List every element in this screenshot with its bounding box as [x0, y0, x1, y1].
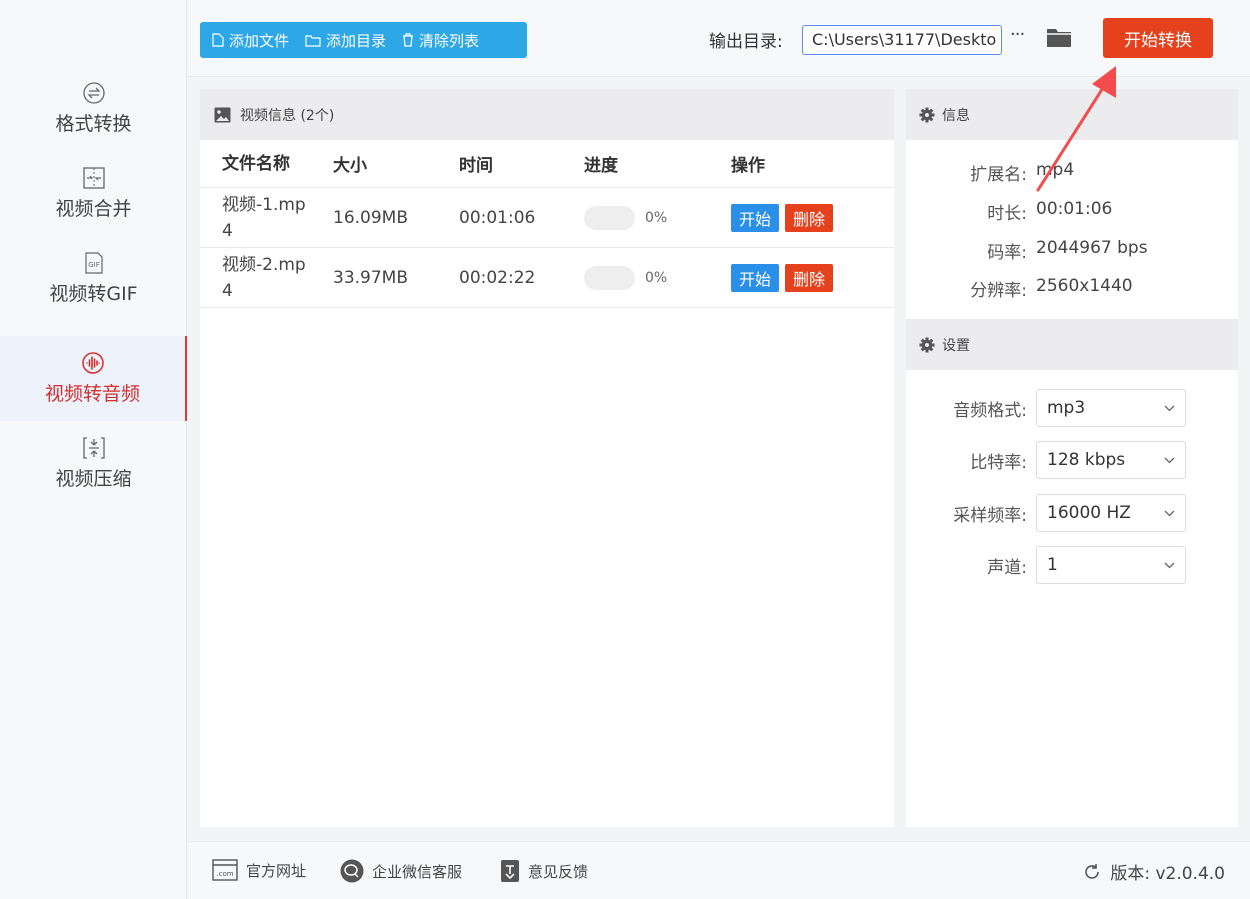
- browse-more-button[interactable]: ···: [1010, 24, 1025, 45]
- progress-bar: [584, 205, 635, 230]
- audio-format-select[interactable]: mp3: [1036, 389, 1186, 427]
- sidebar-item-label: 视频转GIF: [49, 283, 138, 305]
- svg-text:.com: .com: [216, 870, 233, 878]
- trash-icon: [403, 33, 414, 47]
- video-merge-icon: [82, 166, 106, 190]
- sidebar-item-format-convert[interactable]: 格式转换: [0, 66, 187, 151]
- sidebar-item-label: 视频合并: [55, 198, 132, 220]
- website-link[interactable]: .com 官方网址: [212, 859, 306, 881]
- progress-text: 0%: [645, 269, 668, 286]
- chat-icon: [340, 859, 364, 883]
- info-title: 信息: [942, 107, 970, 124]
- file-panel-header: 视频信息 (2个): [200, 89, 894, 140]
- gear-icon: [919, 107, 935, 122]
- info-resolution: 分辨率: 2560x1440: [970, 276, 1133, 301]
- column-header-name: 文件名称: [222, 153, 290, 174]
- delete-button[interactable]: 删除: [785, 263, 834, 292]
- file-icon: [212, 33, 224, 47]
- bitrate-setting: 比特率: 128 kbps: [906, 441, 1238, 479]
- progress-cell: 0%: [584, 265, 731, 290]
- wechat-service-link[interactable]: 企业微信客服: [340, 859, 462, 883]
- gif-icon: GIF: [82, 251, 106, 275]
- output-dir-input[interactable]: C:\Users\31177\Deskto: [802, 25, 1002, 55]
- file-name: 视频-2.mp 4: [222, 254, 306, 301]
- sidebar-item-video-audio[interactable]: 视频转音频: [0, 336, 187, 421]
- audio-format-setting: 音频格式: mp3: [906, 389, 1238, 427]
- column-header-size: 大小: [333, 156, 367, 176]
- details-panel: 信息 扩展名: mp4 时长: 00:01:06 码率: 2044967 bps 分辨…: [906, 89, 1238, 827]
- sidebar-item-label: 视频转音频: [44, 383, 140, 405]
- sidebar-item-video-merge[interactable]: 视频合并: [0, 151, 187, 236]
- chevron-down-icon: [1164, 405, 1175, 411]
- file-panel-title: 视频信息 (2个): [240, 107, 335, 124]
- add-folder-button[interactable]: 添加目录: [305, 30, 386, 51]
- sidebar-item-label: 格式转换: [55, 113, 132, 135]
- output-dir-label: 输出目录:: [709, 32, 783, 52]
- chevron-down-icon: [1164, 510, 1175, 516]
- settings-header: 设置: [906, 319, 1238, 370]
- progress-cell: 0%: [584, 205, 731, 230]
- channel-setting: 声道: 1: [906, 546, 1238, 584]
- feedback-link[interactable]: 意见反馈: [500, 859, 588, 883]
- add-file-button[interactable]: 添加文件: [212, 30, 289, 51]
- audio-wave-icon: [81, 351, 105, 375]
- format-convert-icon: [82, 81, 106, 105]
- chevron-down-icon: [1164, 562, 1175, 568]
- footer: .com 官方网址 企业微信客服 意见反馈 版本: v2.0.4.0: [188, 841, 1250, 899]
- start-button[interactable]: 开始: [731, 203, 780, 232]
- info-duration: 时长: 00:01:06: [987, 199, 1113, 224]
- delete-button[interactable]: 删除: [785, 203, 834, 232]
- sidebar-item-video-gif[interactable]: GIF 视频转GIF: [0, 236, 187, 321]
- sidebar-item-video-compress[interactable]: 视频压缩: [0, 421, 187, 506]
- file-duration: 00:02:22: [459, 267, 536, 288]
- column-header-actions: 操作: [731, 156, 765, 176]
- sidebar: 格式转换 视频合并 GIF 视频转GIF 视频转音频 视频压缩: [0, 0, 187, 899]
- file-list-panel: 视频信息 (2个) 文件名称 大小 时间 进度 操作 视频-1.mp 4 16.0…: [200, 89, 894, 827]
- clear-list-button[interactable]: 清除列表: [402, 30, 479, 51]
- sample-rate-select[interactable]: 16000 HZ: [1036, 494, 1186, 532]
- actions-cell: 开始 删除: [731, 263, 894, 292]
- image-icon: [214, 107, 231, 122]
- feedback-icon: [501, 860, 519, 882]
- file-name: 视频-1.mp 4: [222, 194, 306, 241]
- column-header-time: 时间: [459, 156, 493, 176]
- chevron-down-icon: [1164, 457, 1175, 463]
- sample-rate-setting: 采样频率: 16000 HZ: [906, 494, 1238, 532]
- table-header: 文件名称 大小 时间 进度 操作: [200, 140, 894, 188]
- start-button[interactable]: 开始: [731, 263, 780, 292]
- annotation-arrow: [1036, 66, 1116, 192]
- settings-title: 设置: [942, 337, 970, 354]
- info-bitrate: 码率: 2044967 bps: [987, 238, 1148, 263]
- file-size: 33.97MB: [333, 267, 408, 288]
- progress-bar: [584, 265, 635, 290]
- progress-text: 0%: [645, 209, 668, 226]
- folder-outline-icon: [305, 34, 321, 47]
- refresh-icon[interactable]: [1082, 862, 1102, 882]
- table-row[interactable]: 视频-2.mp 4 33.97MB 00:02:22 0% 开始 删除: [200, 248, 894, 308]
- table-row[interactable]: 视频-1.mp 4 16.09MB 00:01:06 0% 开始 删除: [200, 188, 894, 248]
- column-header-progress: 进度: [584, 156, 618, 176]
- channel-select[interactable]: 1: [1036, 546, 1186, 584]
- version-info: 版本: v2.0.4.0: [1082, 859, 1225, 884]
- start-convert-button[interactable]: 开始转换: [1103, 18, 1213, 58]
- svg-text:GIF: GIF: [88, 261, 100, 269]
- gear-icon: [919, 337, 935, 352]
- file-actions-group: 添加文件 添加目录 清除列表: [200, 22, 527, 58]
- sidebar-item-label: 视频压缩: [55, 468, 132, 490]
- file-size: 16.09MB: [333, 207, 408, 228]
- compress-icon: [82, 436, 106, 460]
- actions-cell: 开始 删除: [731, 203, 894, 232]
- bitrate-select[interactable]: 128 kbps: [1036, 441, 1186, 479]
- file-duration: 00:01:06: [459, 207, 536, 228]
- folder-icon[interactable]: [1046, 26, 1072, 52]
- website-icon: .com: [212, 859, 238, 881]
